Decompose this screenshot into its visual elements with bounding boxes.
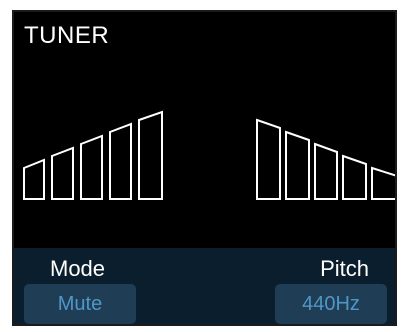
control-panel: Mode Pitch Mute 440Hz [14, 248, 395, 324]
mode-label: Mode [50, 256, 106, 281]
right-bar-2 [285, 130, 310, 200]
right-bar-5 [371, 166, 395, 200]
left-bar-3 [80, 134, 103, 200]
tuner-screen: TUNER Mode Pitch Mute 440Hz [12, 10, 397, 326]
right-bar-1 [256, 118, 281, 200]
left-bar-2 [51, 146, 74, 200]
right-meter-bars [256, 118, 395, 200]
mode-button[interactable]: Mute [24, 284, 136, 324]
left-meter-bars [23, 110, 163, 200]
left-bar-5 [138, 110, 163, 200]
left-bar-1 [23, 158, 45, 200]
left-bar-4 [109, 122, 132, 200]
pitch-label: Pitch [320, 256, 369, 281]
pitch-button[interactable]: 440Hz [275, 284, 387, 324]
tuner-meter [23, 110, 395, 200]
right-bar-3 [314, 142, 338, 200]
right-bar-4 [342, 154, 367, 200]
